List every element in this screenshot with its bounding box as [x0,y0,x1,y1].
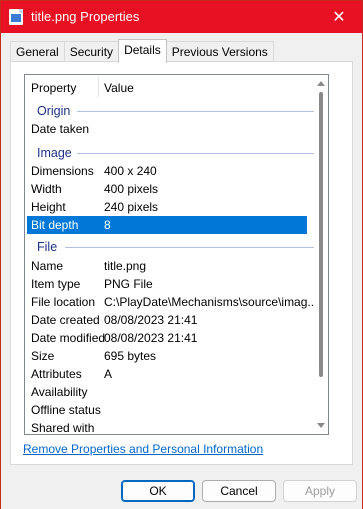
window-title: title.png Properties [31,9,140,24]
tab-details[interactable]: Details [118,39,167,63]
property-value: 400 x 240 [104,164,157,178]
dialog-footer: OK Cancel Apply [1,471,362,509]
row-availability[interactable]: Availability [27,383,307,401]
row-width[interactable]: Width 400 pixels [27,180,307,198]
property-name: Height [31,200,66,214]
row-shared-with[interactable]: Shared with [27,419,307,435]
property-name: Bit depth [31,218,79,232]
list-header: Property Value [25,75,328,99]
property-name: Dimensions [31,164,94,178]
property-name: Offline status [31,403,101,417]
property-value: C:\PlayDate\Mechanisms\source\imag... [104,295,318,309]
group-label: Origin [37,104,71,118]
row-item-type[interactable]: Item type PNG File [27,275,307,293]
property-value: 8 [104,218,111,232]
group-divider [65,247,315,248]
tab-security[interactable]: Security [63,41,120,62]
row-file-location[interactable]: File location C:\PlayDate\Mechanisms\sou… [27,293,317,311]
property-name: Item type [31,277,81,291]
tab-general[interactable]: General [10,41,65,62]
row-bit-depth[interactable]: Bit depth 8 [27,216,307,234]
properties-dialog: title.png Properties ✕ General Security … [0,0,363,509]
property-value: 240 pixels [104,200,159,214]
property-name: Date taken [31,122,90,136]
property-value: A [104,367,113,381]
close-button[interactable]: ✕ [316,1,362,33]
property-name: Width [31,182,62,196]
details-panel: Property Value Origin Date taken Image D… [10,61,353,465]
property-name: Date modified [31,331,106,345]
tab-previous-versions[interactable]: Previous Versions [165,41,274,62]
apply-button[interactable]: Apply [283,480,357,502]
remove-properties-link[interactable]: Remove Properties and Personal Informati… [23,442,263,456]
property-name: Attributes [31,367,82,381]
cancel-button[interactable]: Cancel [202,480,276,502]
group-divider [77,111,315,112]
property-name: Shared with [31,421,95,435]
row-name[interactable]: Name title.png [27,257,307,275]
row-dimensions[interactable]: Dimensions 400 x 240 [27,162,307,180]
group-divider [77,153,315,154]
group-origin: Origin [25,102,315,120]
group-image: Image [25,144,315,162]
row-height[interactable]: Height 240 pixels [27,198,307,216]
property-value: 695 bytes [104,349,157,363]
group-label: Image [37,146,72,160]
property-value: 08/08/2023 21:41 [104,331,198,345]
property-value: title.png [104,259,147,273]
column-header-property[interactable]: Property [31,81,76,95]
vertical-scrollbar[interactable] [314,75,328,434]
scroll-up-arrow-icon[interactable] [317,81,325,86]
row-attributes[interactable]: Attributes A [27,365,307,383]
column-header-value[interactable]: Value [104,81,134,95]
property-name: Availability [31,385,88,399]
row-size[interactable]: Size 695 bytes [27,347,307,365]
title-bar[interactable]: title.png Properties ✕ [1,1,362,33]
row-date-taken[interactable]: Date taken [27,120,307,138]
group-file: File [25,238,315,256]
property-value: PNG File [104,277,153,291]
property-name: File location [31,295,96,309]
group-label: File [37,240,58,254]
properties-list[interactable]: Property Value Origin Date taken Image D… [24,74,329,435]
row-offline-status[interactable]: Offline status [27,401,307,419]
property-name: Size [31,349,55,363]
property-name: Date created [31,313,100,327]
property-value: 400 pixels [104,182,159,196]
property-name: Name [31,259,64,273]
tab-strip: General Security Details Previous Versio… [10,39,274,63]
ok-button[interactable]: OK [121,480,195,502]
scroll-thumb[interactable] [319,92,323,377]
image-file-icon [9,9,23,25]
scroll-down-arrow-icon[interactable] [317,423,325,428]
row-date-modified[interactable]: Date modified 08/08/2023 21:41 [27,329,307,347]
property-value: 08/08/2023 21:41 [104,313,198,327]
column-divider[interactable] [98,77,99,97]
row-date-created[interactable]: Date created 08/08/2023 21:41 [27,311,307,329]
